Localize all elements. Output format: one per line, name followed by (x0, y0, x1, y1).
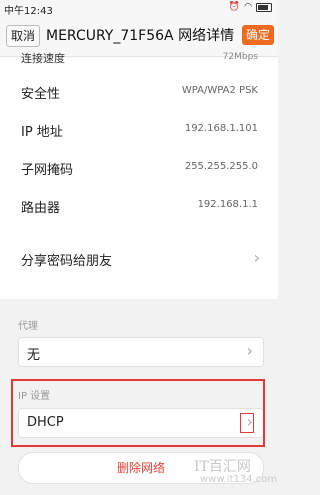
row-value: 192.168.1.101 (184, 123, 258, 134)
status-bar: 中午12:43 ⏰ ◠ (0, 0, 278, 17)
row-label: IP 地址 (21, 125, 63, 140)
highlight-box (11, 379, 265, 447)
share-password-label: 分享密码给朋友 (21, 254, 113, 269)
row-value: 72Mbps (222, 52, 258, 62)
row-label: 子网掩码 (21, 163, 74, 178)
row-value: 255.255.255.0 (184, 161, 258, 172)
watermark-url: www.it134.com (200, 474, 278, 485)
confirm-button[interactable]: 确定 (241, 25, 274, 45)
row-router: 路由器 192.168.1.1 (0, 186, 278, 224)
row-security: 安全性 WPA/WPA2 PSK (0, 72, 278, 110)
alarm-icon: ⏰ (228, 2, 241, 12)
wifi-icon: ◠ (244, 2, 252, 12)
battery-icon (256, 2, 272, 12)
share-password-row[interactable]: 分享密码给朋友 › (0, 239, 278, 277)
cancel-button[interactable]: 取消 (6, 25, 41, 47)
row-label: 路由器 (21, 201, 61, 216)
highlight-chevron-box (240, 413, 254, 433)
row-value: WPA/WPA2 PSK (181, 85, 258, 96)
row-subnet-mask: 子网掩码 255.255.255.0 (0, 148, 278, 186)
row-ip-address: IP 地址 192.168.1.101 (0, 110, 278, 148)
proxy-section-label: 代理 (18, 321, 38, 332)
watermark-logo: IT百汇网 (194, 459, 251, 475)
page-title: MERCURY_71F56A 网络详情 (46, 28, 235, 44)
row-label: 连接速度 (21, 52, 65, 65)
row-label: 安全性 (21, 87, 61, 102)
row-link-speed: 连接速度 72Mbps (0, 52, 278, 69)
status-time: 中午12:43 (4, 6, 53, 17)
status-icons: ⏰ ◠ (229, 1, 272, 13)
proxy-selector[interactable]: 无 › (18, 337, 264, 367)
proxy-value: 无 (27, 348, 41, 363)
details-card: 连接速度 72Mbps 安全性 WPA/WPA2 PSK IP 地址 192.1… (0, 52, 278, 299)
chevron-right-icon: › (253, 248, 260, 267)
chevron-right-icon: › (246, 341, 253, 360)
row-value: 192.168.1.1 (197, 199, 258, 210)
